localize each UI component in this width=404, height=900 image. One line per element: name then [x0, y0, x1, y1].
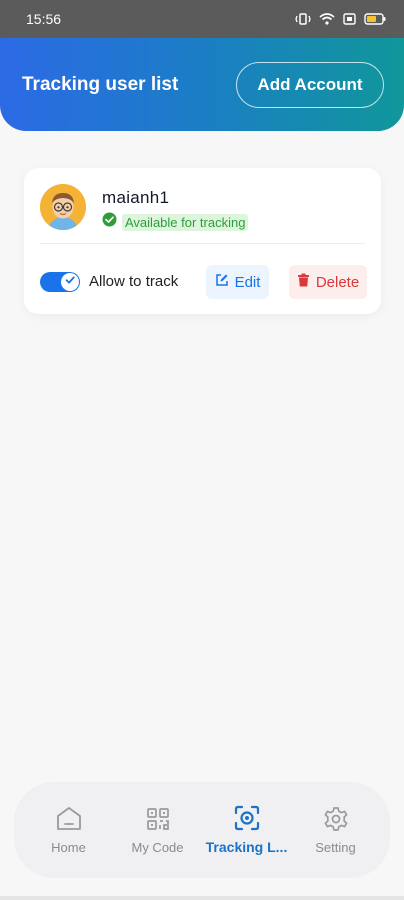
user-name: maianh1 [102, 188, 170, 207]
scan-face-icon [233, 805, 261, 831]
edit-label: Edit [234, 273, 261, 291]
nav-label-home: Home [51, 839, 86, 855]
sim-icon [343, 13, 356, 25]
nav-item-my-code[interactable]: My Code [115, 806, 201, 855]
nav-item-tracking-list[interactable]: Tracking L... [204, 805, 290, 855]
tracking-status: Available for tracking [102, 212, 249, 232]
nav-label-my-code: My Code [131, 839, 184, 855]
nav-item-home[interactable]: Home [26, 806, 112, 855]
delete-button[interactable]: Delete [289, 265, 367, 299]
home-icon [55, 806, 83, 832]
account-actions: Allow to track Edit Delete [40, 265, 367, 299]
gear-icon [323, 806, 349, 832]
account-info: maianh1 Available for tracking [40, 184, 365, 242]
battery-icon [364, 13, 386, 25]
bottom-nav: Home My Code Tracking L... Setting [14, 782, 390, 878]
page-title: Tracking user list [22, 73, 179, 95]
allow-track-label: Allow to track [89, 273, 179, 290]
status-badge: Available for tracking [122, 213, 249, 231]
status-time: 15:56 [26, 11, 62, 27]
home-indicator [0, 896, 404, 900]
allow-track-toggle[interactable] [40, 272, 80, 292]
edit-button[interactable]: Edit [206, 265, 269, 299]
toggle-knob [61, 273, 79, 291]
check-icon [64, 273, 76, 291]
nav-item-setting[interactable]: Setting [293, 806, 379, 855]
avatar [40, 184, 86, 230]
check-circle-icon [102, 212, 117, 232]
edit-icon [215, 273, 229, 291]
account-card: maianh1 Available for tracking Allow to … [24, 168, 381, 314]
nav-label-tracking-list: Tracking L... [205, 839, 288, 855]
vibrate-icon [295, 13, 311, 25]
divider [40, 243, 365, 244]
qr-code-icon [145, 806, 171, 832]
wifi-icon [319, 13, 335, 25]
nav-label-setting: Setting [315, 839, 356, 855]
header: Tracking user list Add Account [0, 38, 404, 131]
trash-icon [297, 273, 310, 291]
status-icons [295, 13, 386, 25]
add-account-button[interactable]: Add Account [236, 61, 384, 108]
delete-label: Delete [315, 273, 360, 291]
status-bar: 15:56 [0, 0, 404, 38]
